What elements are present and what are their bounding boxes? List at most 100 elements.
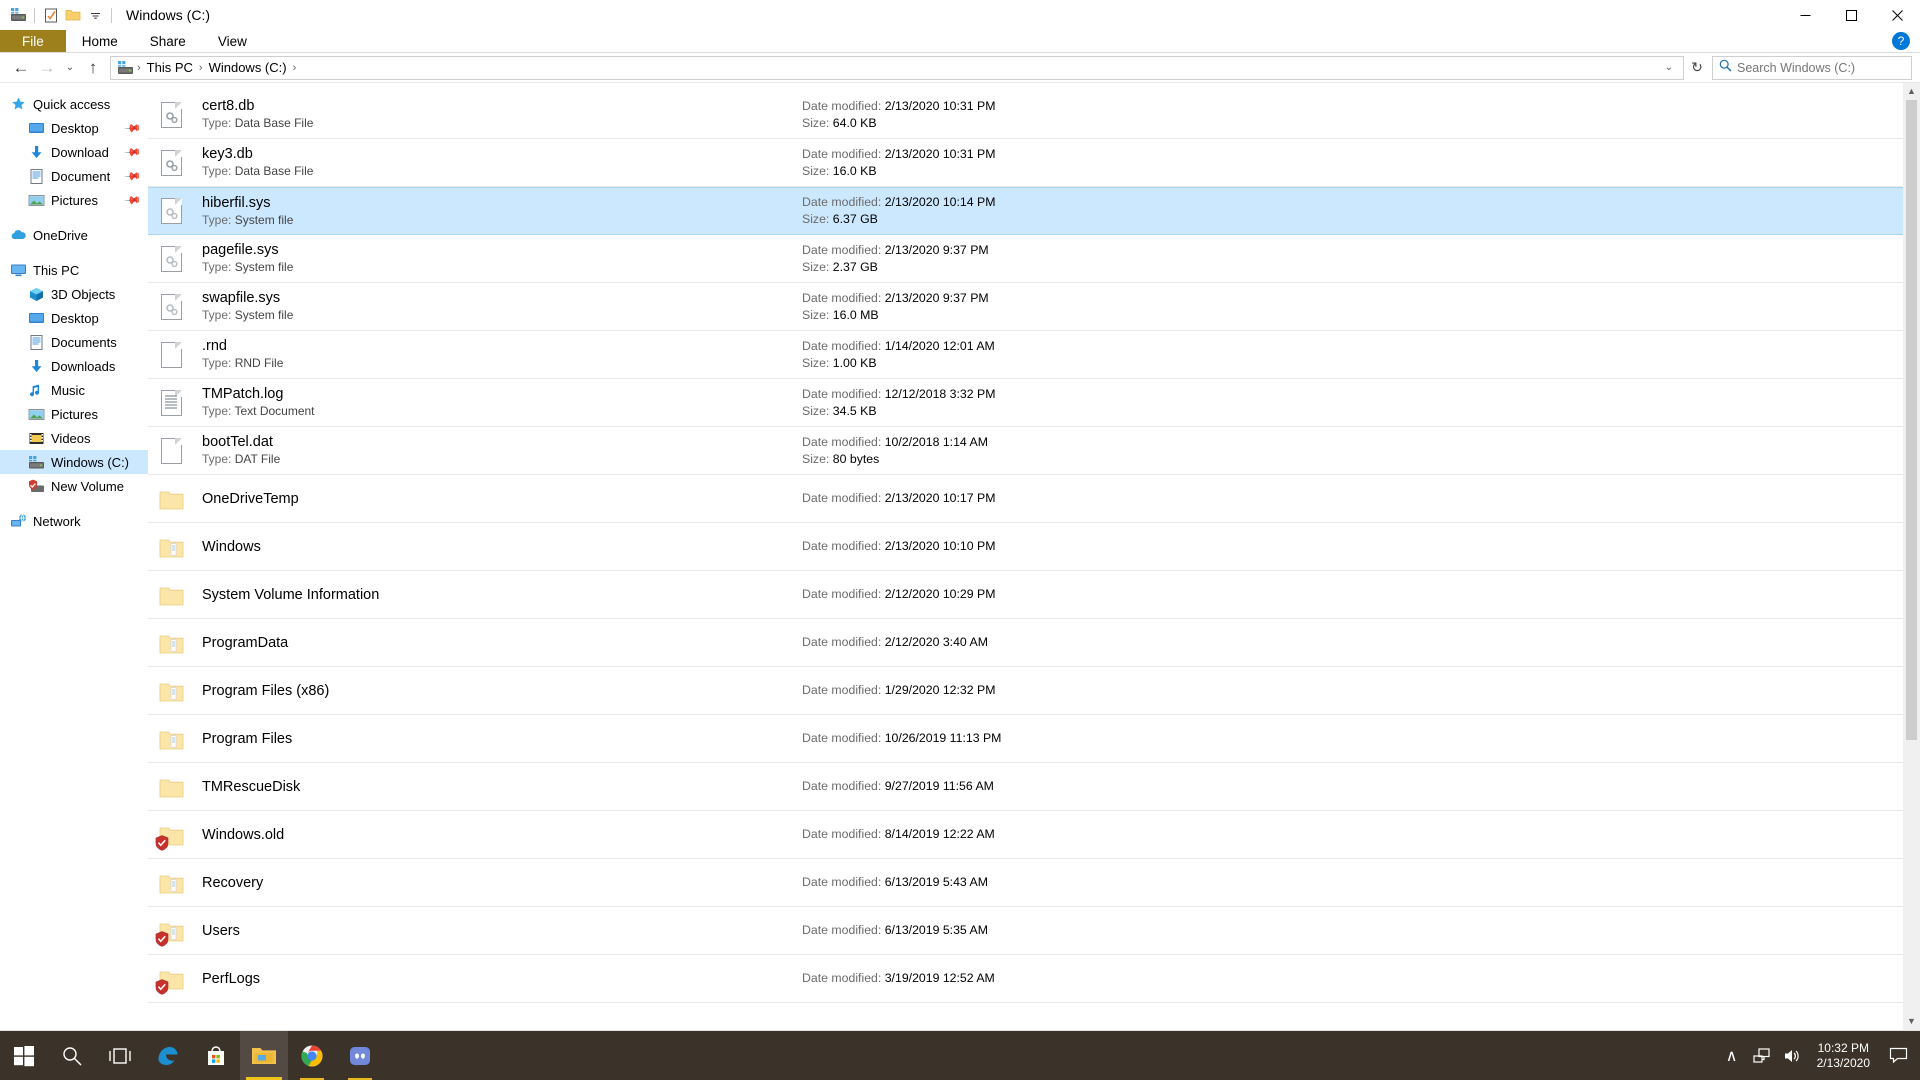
table-row[interactable]: TMRescueDisk Date modified: 9/27/2019 11…	[148, 763, 1903, 811]
file-list[interactable]: cert8.db Type: Data Base File Date modif…	[148, 91, 1903, 1030]
table-row[interactable]: System Volume Information Date modified:…	[148, 571, 1903, 619]
start-button[interactable]	[0, 1031, 48, 1080]
breadcrumb[interactable]: › This PC › Windows (C:) › ⌄	[110, 56, 1684, 80]
pin-icon[interactable]: 📌	[124, 167, 143, 186]
table-row[interactable]: key3.db Type: Data Base File Date modifi…	[148, 139, 1903, 187]
chrome-button[interactable]	[288, 1031, 336, 1080]
breadcrumb-item-this-pc[interactable]: This PC	[142, 60, 198, 75]
discord-button[interactable]	[336, 1031, 384, 1080]
sidebar-item-download[interactable]: Download 📌	[0, 140, 148, 164]
table-row[interactable]: ProgramData Date modified: 2/12/2020 3:4…	[148, 619, 1903, 667]
sidebar-item-network[interactable]: Network	[0, 509, 148, 533]
scroll-up-arrow[interactable]: ▲	[1907, 83, 1916, 100]
help-icon[interactable]: ?	[1892, 32, 1910, 50]
date-value: 8/14/2019 12:22 AM	[885, 827, 995, 841]
date-label: Date modified:	[802, 827, 881, 841]
edge-button[interactable]	[144, 1031, 192, 1080]
table-row[interactable]: bootTel.dat Type: DAT File Date modified…	[148, 427, 1903, 475]
file-meta-cell: Date modified: 2/13/2020 10:31 PM Size: …	[802, 98, 1903, 132]
table-row[interactable]: Program Files Date modified: 10/26/2019 …	[148, 715, 1903, 763]
file-meta-cell: Date modified: 6/13/2019 5:35 AM	[802, 922, 1903, 939]
pin-icon[interactable]: 📌	[124, 119, 143, 138]
sidebar-item-onedrive[interactable]: OneDrive	[0, 223, 148, 247]
sidebar-item-videos[interactable]: Videos	[0, 426, 148, 450]
file-name: cert8.db	[202, 97, 802, 115]
customize-caret-icon[interactable]	[84, 4, 106, 26]
recent-locations-button[interactable]: ⌄	[60, 56, 80, 80]
table-row[interactable]: Windows Date modified: 2/13/2020 10:10 P…	[148, 523, 1903, 571]
date-value: 6/13/2019 5:43 AM	[885, 875, 988, 889]
date-label: Date modified:	[802, 923, 881, 937]
store-button[interactable]	[192, 1031, 240, 1080]
table-row[interactable]: OneDriveTemp Date modified: 2/13/2020 10…	[148, 475, 1903, 523]
date-value: 10/26/2019 11:13 PM	[885, 731, 1002, 745]
scrollbar-thumb[interactable]	[1906, 100, 1917, 740]
network-icon[interactable]	[1747, 1031, 1777, 1080]
file-explorer-button[interactable]	[240, 1031, 288, 1080]
sidebar-item-3d-objects[interactable]: 3D Objects	[0, 282, 148, 306]
sidebar-item-desktop[interactable]: Desktop 📌	[0, 116, 148, 140]
file-list-pane[interactable]: cert8.db Type: Data Base File Date modif…	[148, 83, 1920, 1030]
file-meta-cell: Date modified: 2/13/2020 10:14 PM Size: …	[802, 194, 1903, 228]
table-row[interactable]: swapfile.sys Type: System file Date modi…	[148, 283, 1903, 331]
refresh-button[interactable]: ↻	[1684, 56, 1710, 80]
sidebar-item-this-pc[interactable]: This PC	[0, 258, 148, 282]
breadcrumb-item-windows-c[interactable]: Windows (C:)	[204, 60, 292, 75]
vertical-scrollbar[interactable]: ▲ ▼	[1903, 83, 1920, 1030]
sidebar-item-quick-access[interactable]: Quick access	[0, 92, 148, 116]
sidebar-item-new-volume[interactable]: New Volume	[0, 474, 148, 498]
table-row[interactable]: cert8.db Type: Data Base File Date modif…	[148, 91, 1903, 139]
size-label: Size:	[802, 212, 829, 226]
table-row[interactable]: hiberfil.sys Type: System file Date modi…	[148, 187, 1903, 235]
window-title: Windows (C:)	[126, 7, 210, 23]
clock[interactable]: 10:32 PM 2/13/2020	[1807, 1031, 1880, 1080]
drive-icon	[7, 4, 29, 26]
table-row[interactable]: Program Files (x86) Date modified: 1/29/…	[148, 667, 1903, 715]
chevron-down-icon[interactable]: ⌄	[1665, 62, 1677, 73]
tab-file[interactable]: File	[0, 30, 66, 52]
table-row[interactable]: .rnd Type: RND File Date modified: 1/14/…	[148, 331, 1903, 379]
sidebar-item-documents[interactable]: Documents	[0, 330, 148, 354]
size-label: Size:	[802, 404, 829, 418]
volume-icon[interactable]	[1777, 1031, 1807, 1080]
table-row[interactable]: Windows.old Date modified: 8/14/2019 12:…	[148, 811, 1903, 859]
task-view-button[interactable]	[96, 1031, 144, 1080]
tab-view[interactable]: View	[202, 30, 263, 52]
date-value: 2/13/2020 10:10 PM	[885, 539, 996, 553]
pin-icon[interactable]: 📌	[124, 143, 143, 162]
folder-icon	[156, 627, 188, 659]
table-row[interactable]: PerfLogs Date modified: 3/19/2019 12:52 …	[148, 955, 1903, 1003]
sidebar-item-pictures[interactable]: Pictures 📌	[0, 188, 148, 212]
sidebar-item-document[interactable]: Document 📌	[0, 164, 148, 188]
notification-icon[interactable]	[1880, 1031, 1916, 1080]
sidebar-item-desktop-pc[interactable]: Desktop	[0, 306, 148, 330]
up-button[interactable]: ↑	[80, 56, 106, 80]
navigation-pane[interactable]: Quick access Desktop 📌 Download 📌	[0, 83, 148, 1030]
breadcrumb-separator[interactable]: ›	[292, 62, 298, 74]
tray-overflow-button[interactable]: ∧	[1717, 1031, 1747, 1080]
maximize-button[interactable]	[1828, 0, 1874, 30]
table-row[interactable]: pagefile.sys Type: System file Date modi…	[148, 235, 1903, 283]
table-row[interactable]: Users Date modified: 6/13/2019 5:35 AM	[148, 907, 1903, 955]
folder-name: Users	[202, 921, 240, 941]
forward-button[interactable]: →	[34, 56, 60, 80]
search-input[interactable]: Search Windows (C:)	[1712, 56, 1912, 80]
sidebar-item-downloads[interactable]: Downloads	[0, 354, 148, 378]
tab-home[interactable]: Home	[66, 30, 134, 52]
new-folder-icon[interactable]	[62, 4, 84, 26]
search-button[interactable]	[48, 1031, 96, 1080]
sidebar-item-windows-c[interactable]: Windows (C:)	[0, 450, 148, 474]
sidebar-item-pictures-pc[interactable]: Pictures	[0, 402, 148, 426]
properties-icon[interactable]	[40, 4, 62, 26]
minimize-button[interactable]	[1782, 0, 1828, 30]
table-row[interactable]: TMPatch.log Type: Text Document Date mod…	[148, 379, 1903, 427]
table-row[interactable]: Recovery Date modified: 6/13/2019 5:43 A…	[148, 859, 1903, 907]
back-button[interactable]: ←	[8, 56, 34, 80]
sidebar-item-music[interactable]: Music	[0, 378, 148, 402]
tab-share[interactable]: Share	[134, 30, 202, 52]
pin-icon[interactable]: 📌	[124, 191, 143, 210]
file-type: Type: Data Base File	[202, 163, 802, 180]
close-button[interactable]	[1874, 0, 1920, 30]
scroll-down-arrow[interactable]: ▼	[1907, 1013, 1916, 1030]
date-value: 2/12/2020 10:29 PM	[885, 587, 996, 601]
